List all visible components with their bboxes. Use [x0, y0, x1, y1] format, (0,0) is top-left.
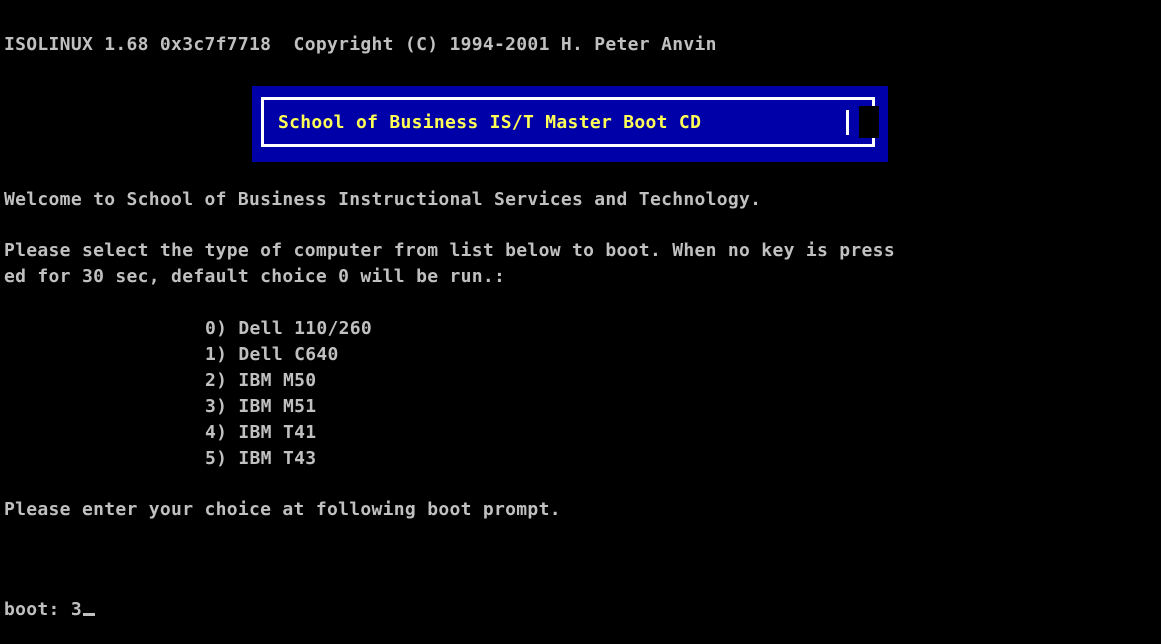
prompt-hint: Please enter your choice at following bo… — [4, 499, 561, 520]
menu-item-0: 0) Dell 110/260 — [205, 318, 373, 339]
banner-text-cursor — [846, 110, 849, 135]
console-screen: ISOLINUX 1.68 0x3c7f7718 Copyright (C) 1… — [0, 0, 1161, 644]
menu-item-1: 1) Dell C640 — [205, 344, 339, 365]
instructions-line-1: Please select the type of computer from … — [4, 240, 895, 261]
text-cursor — [82, 613, 95, 616]
instructions-line-2: ed for 30 sec, default choice 0 will be … — [4, 266, 506, 287]
boot-banner: School of Business IS/T Master Boot CD — [252, 86, 888, 162]
boot-prompt-input[interactable]: 3 — [71, 599, 82, 620]
boot-prompt[interactable]: boot: 3 — [4, 599, 95, 621]
menu-item-4: 4) IBM T41 — [205, 422, 317, 443]
menu-item-5: 5) IBM T43 — [205, 448, 317, 469]
banner-cursor-block — [859, 106, 879, 138]
menu-item-2: 2) IBM M50 — [205, 370, 317, 391]
welcome-message: Welcome to School of Business Instructio… — [4, 189, 762, 210]
banner-title: School of Business IS/T Master Boot CD — [278, 112, 702, 133]
menu-item-3: 3) IBM M51 — [205, 396, 317, 417]
boot-prompt-label: boot: — [4, 599, 60, 620]
copyright-line: ISOLINUX 1.68 0x3c7f7718 Copyright (C) 1… — [4, 34, 717, 55]
